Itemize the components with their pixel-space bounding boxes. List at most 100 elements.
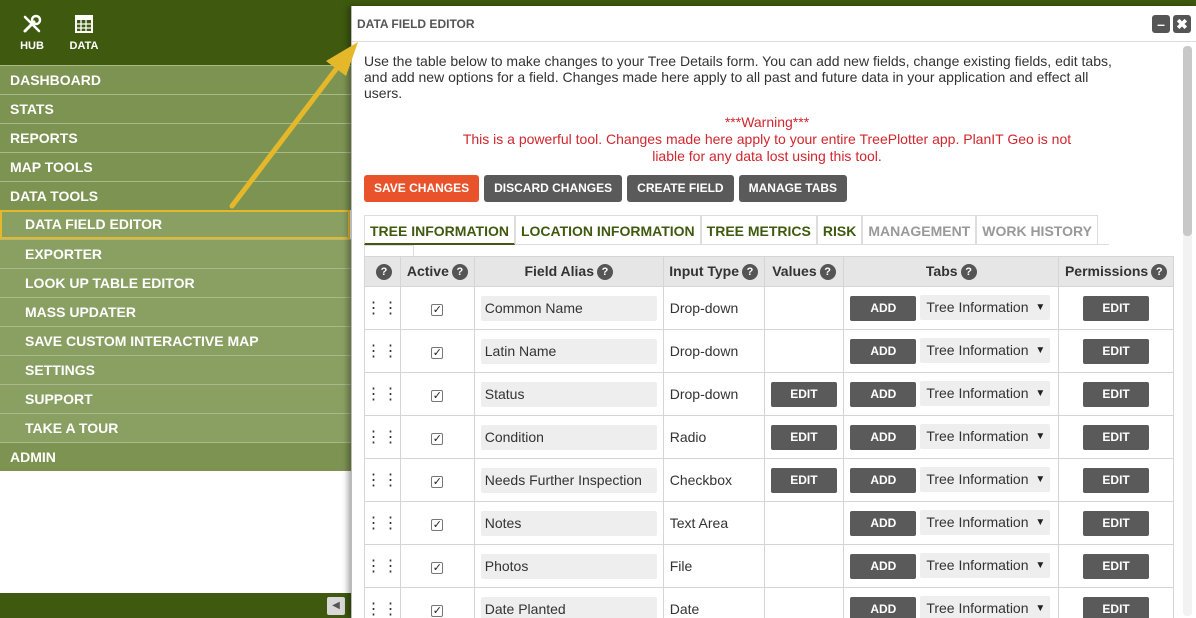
field-alias-input[interactable]: Photos (480, 553, 657, 579)
active-checkbox[interactable]: ✓ (431, 433, 444, 445)
drag-handle[interactable]: ⋮⋮ (364, 587, 401, 618)
add-tab-button[interactable]: ADD (850, 511, 917, 536)
add-tab-button[interactable]: ADD (850, 339, 917, 364)
add-tab-button[interactable]: ADD (850, 425, 917, 450)
edit-permissions-button[interactable]: EDIT (1083, 510, 1150, 536)
active-checkbox[interactable]: ✓ (431, 605, 444, 617)
sidebar-item-admin[interactable]: ADMIN (0, 442, 351, 471)
tab-tree-metrics[interactable]: TREE METRICS (700, 215, 817, 245)
drag-handle[interactable]: ⋮⋮ (364, 458, 401, 502)
sidebar-item-dashboard[interactable]: DASHBOARD (0, 65, 351, 94)
edit-permissions-button[interactable]: EDIT (1083, 424, 1150, 450)
add-tab-button[interactable]: ADD (850, 597, 917, 618)
sidebar-item-settings[interactable]: SETTINGS (0, 355, 351, 384)
sidebar-item-take-a-tour[interactable]: TAKE A TOUR (0, 413, 351, 442)
edit-values-button[interactable]: EDIT (770, 381, 837, 407)
help-icon[interactable]: ? (742, 264, 759, 281)
manage-tabs-button[interactable]: MANAGE TABS (738, 175, 848, 202)
create-field-button[interactable]: CREATE FIELD (627, 175, 734, 202)
scrollbar-thumb[interactable] (1183, 46, 1192, 236)
field-alias-input[interactable]: Date Planted (480, 596, 657, 618)
help-icon[interactable]: ? (375, 264, 392, 281)
sidebar-item-map-tools[interactable]: MAP TOOLS (0, 152, 351, 181)
discard-changes-button[interactable]: DISCARD CHANGES (484, 175, 623, 202)
collapse-sidebar-button[interactable]: ◀ (327, 597, 345, 615)
tab-select[interactable]: Tree Information ▼ (920, 295, 1051, 320)
active-checkbox[interactable]: ✓ (431, 519, 444, 531)
sidebar-item-mass-updater[interactable]: MASS UPDATER (0, 297, 351, 326)
drag-handle[interactable]: ⋮⋮ (364, 372, 401, 416)
tab-risk[interactable]: RISK (816, 215, 863, 245)
tab-management[interactable]: MANAGEMENT (862, 215, 977, 245)
edit-permissions-button[interactable]: EDIT (1083, 467, 1150, 493)
sidebar-footer: ◀ (0, 593, 351, 618)
input-type-cell: File (662, 544, 765, 588)
help-icon[interactable]: ? (960, 264, 977, 281)
tab-select[interactable]: Tree Information ▼ (920, 381, 1051, 406)
intro-text: Use the table below to make changes to y… (364, 53, 1112, 101)
minimize-icon: – (1157, 16, 1165, 32)
edit-permissions-button[interactable]: EDIT (1083, 338, 1150, 364)
active-checkbox[interactable]: ✓ (431, 476, 444, 488)
help-icon[interactable]: ? (597, 264, 613, 281)
sidebar-item-stats[interactable]: STATS (0, 94, 351, 123)
field-alias-input[interactable]: Condition (480, 424, 657, 450)
active-checkbox[interactable]: ✓ (431, 390, 444, 402)
tab-select-value: Tree Information (926, 428, 1029, 444)
tab-tree-information[interactable]: TREE INFORMATION (364, 215, 515, 245)
drag-handle[interactable]: ⋮⋮ (364, 329, 401, 373)
drag-handle[interactable]: ⋮⋮ (364, 286, 401, 330)
field-alias-input[interactable]: Status (480, 381, 657, 407)
add-tab-button[interactable]: ADD (850, 554, 917, 579)
close-icon: ✖ (1176, 16, 1188, 32)
sidebar-item-save-custom-interactive-map[interactable]: SAVE CUSTOM INTERACTIVE MAP (0, 326, 351, 355)
sidebar-item-data-tools[interactable]: DATA TOOLS (0, 181, 351, 210)
input-type-cell: Drop-down (662, 286, 765, 330)
help-icon[interactable]: ? (451, 264, 468, 281)
tab-select[interactable]: Tree Information ▼ (920, 510, 1051, 535)
tab-select[interactable]: Tree Information ▼ (920, 467, 1051, 492)
tab-select[interactable]: Tree Information ▼ (920, 424, 1051, 449)
edit-values-button[interactable]: EDIT (770, 467, 837, 493)
data-button[interactable]: DATA (59, 14, 109, 52)
tab-select[interactable]: Tree Information ▼ (920, 553, 1051, 578)
field-alias-input[interactable]: Latin Name (480, 338, 657, 364)
vertical-scrollbar[interactable] (1183, 46, 1192, 616)
field-alias-input[interactable]: Notes (480, 510, 657, 536)
sidebar-item-look-up-table-editor[interactable]: LOOK UP TABLE EDITOR (0, 268, 351, 297)
alias-cell: Photos (473, 544, 664, 588)
drag-handle[interactable]: ⋮⋮ (364, 415, 401, 459)
help-icon[interactable]: ? (819, 264, 836, 281)
dropdown-caret-icon: ▼ (1035, 388, 1046, 399)
sidebar-item-reports[interactable]: REPORTS (0, 123, 351, 152)
field-alias-input[interactable]: Common Name (480, 295, 657, 321)
caret-left-icon: ◀ (332, 600, 340, 611)
active-checkbox[interactable]: ✓ (431, 304, 444, 316)
tab-work-history[interactable]: WORK HISTORY (976, 215, 1098, 245)
minimize-button[interactable]: – (1152, 15, 1170, 33)
field-alias-input[interactable]: Needs Further Inspection (480, 467, 657, 493)
drag-handle[interactable]: ⋮⋮ (364, 544, 401, 588)
close-button[interactable]: ✖ (1173, 15, 1191, 33)
help-icon[interactable]: ? (1151, 264, 1168, 281)
edit-values-button[interactable]: EDIT (770, 424, 837, 450)
add-tab-button[interactable]: ADD (850, 468, 917, 493)
active-checkbox[interactable]: ✓ (431, 347, 444, 359)
sidebar-item-support[interactable]: SUPPORT (0, 384, 351, 413)
save-changes-button[interactable]: SAVE CHANGES (364, 175, 480, 202)
edit-permissions-button[interactable]: EDIT (1083, 596, 1150, 618)
tab-location-information[interactable]: LOCATION INFORMATION (514, 215, 701, 245)
tab-select[interactable]: Tree Information ▼ (920, 596, 1051, 618)
edit-permissions-button[interactable]: EDIT (1083, 553, 1150, 579)
dropdown-caret-icon: ▼ (1035, 603, 1046, 614)
active-checkbox[interactable]: ✓ (431, 562, 444, 574)
add-tab-button[interactable]: ADD (850, 296, 917, 321)
edit-permissions-button[interactable]: EDIT (1083, 381, 1150, 407)
sidebar-item-data-field-editor[interactable]: DATA FIELD EDITOR (0, 210, 350, 239)
tab-select[interactable]: Tree Information ▼ (920, 338, 1051, 363)
drag-handle[interactable]: ⋮⋮ (364, 501, 401, 545)
hub-button[interactable]: HUB (7, 14, 57, 52)
edit-permissions-button[interactable]: EDIT (1083, 295, 1150, 321)
sidebar-item-exporter[interactable]: EXPORTER (0, 239, 351, 268)
add-tab-button[interactable]: ADD (850, 382, 917, 407)
